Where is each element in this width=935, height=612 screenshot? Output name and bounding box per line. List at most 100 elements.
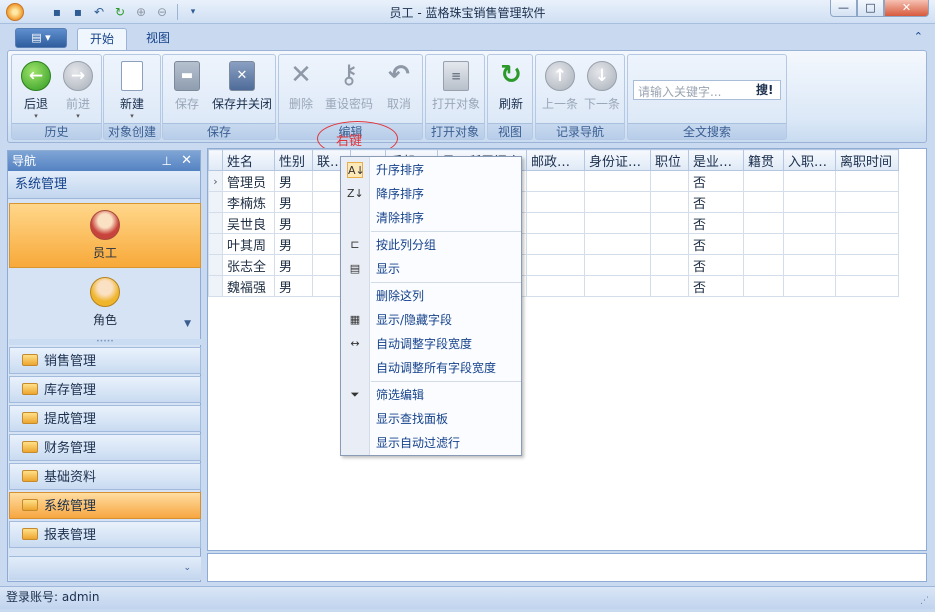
undo-icon: ↶ xyxy=(388,60,410,90)
column-header[interactable]: 性别 xyxy=(274,149,313,171)
table-row[interactable]: 吴世良男 否 xyxy=(208,212,899,234)
group-label: 保存 xyxy=(163,123,275,139)
current-row-indicator-icon: › xyxy=(208,170,223,192)
tab-view[interactable]: 视图 xyxy=(134,28,182,50)
menu-item-show-group-panel[interactable]: ▤ 显示 xyxy=(341,258,521,280)
table-row[interactable]: 张志全男 否 xyxy=(208,254,899,276)
tab-start[interactable]: 开始 xyxy=(77,28,128,50)
group-label: 打开对象 xyxy=(426,123,484,139)
folder-icon xyxy=(22,499,38,511)
menu-item-remove-column[interactable]: 删除这列 xyxy=(341,285,521,307)
nav-item-role[interactable]: 角色 ▼ xyxy=(9,271,201,336)
menu-item-show-find-panel[interactable]: 显示查找面板 xyxy=(341,408,521,430)
column-header[interactable]: 离职时间 xyxy=(835,149,899,171)
nav-section-sales[interactable]: 销售管理 xyxy=(9,347,201,374)
nav-item-employee[interactable]: 员工 xyxy=(9,203,201,268)
folder-icon xyxy=(22,470,38,482)
prev-record-button[interactable]: ↑ 上一条 xyxy=(538,59,582,123)
new-button[interactable]: 新建 ▾ xyxy=(110,59,154,123)
refresh-icon: ↻ xyxy=(500,60,522,90)
column-header[interactable]: 入职… xyxy=(783,149,836,171)
save-close-button[interactable]: ✕ 保存并关闭 xyxy=(209,59,275,123)
menu-item-column-chooser[interactable]: ▦ 显示/隐藏字段 xyxy=(341,309,521,331)
new-document-icon xyxy=(121,61,143,91)
nav-section-system[interactable]: 系统管理 xyxy=(9,492,201,519)
ribbon-collapse-icon[interactable]: ⌃ xyxy=(914,30,923,43)
menu-item-best-fit[interactable]: ↔ 自动调整字段宽度 xyxy=(341,333,521,355)
column-header[interactable]: 邮政… xyxy=(526,149,585,171)
group-record-navigation: ↑ 上一条 ↓ 下一条 记录导航 xyxy=(535,54,625,140)
nav-section-commission[interactable]: 提成管理 xyxy=(9,405,201,432)
group-label: 对象创建 xyxy=(104,123,160,139)
reset-password-button[interactable]: ⚷ 重设密码 xyxy=(323,59,375,123)
maximize-button[interactable]: □ xyxy=(857,0,884,17)
column-header[interactable]: 身份证… xyxy=(584,149,651,171)
save-icon: ▬ xyxy=(174,61,200,91)
nav-group-title[interactable]: 系统管理 xyxy=(8,171,200,199)
menu-item-filter-editor[interactable]: ⏷ 筛选编辑 xyxy=(341,384,521,406)
folder-icon xyxy=(22,441,38,453)
filter-icon: ⏷ xyxy=(350,388,360,401)
group-create: 新建 ▾ 对象创建 xyxy=(103,54,161,140)
nav-section-finance[interactable]: 财务管理 xyxy=(9,434,201,461)
group-label: 记录导航 xyxy=(536,123,624,139)
pin-icon[interactable]: ⊥ xyxy=(162,151,172,171)
delete-button[interactable]: ✕ 删除 xyxy=(279,59,323,123)
grid-table: 姓名 性别 联… 手机 员工所属门店 邮政… 身份证… 职位 是业… 籍贯 入职… xyxy=(208,149,899,297)
nav-close-icon[interactable]: ✕ xyxy=(181,151,192,171)
group-by-icon: ⊏ xyxy=(350,238,360,251)
menu-item-clear-sort[interactable]: 清除排序 xyxy=(341,207,521,229)
app-menu-button[interactable]: ▤ ▾ xyxy=(15,28,67,48)
column-header[interactable]: 姓名 xyxy=(222,149,275,171)
folder-icon xyxy=(22,383,38,395)
back-button[interactable]: ← 后退 ▾ xyxy=(14,59,58,123)
menu-item-best-fit-all[interactable]: 自动调整所有字段宽度 xyxy=(341,357,521,379)
up-arrow-icon: ↑ xyxy=(545,61,575,91)
group-save: ▬ 保存 ✕ 保存并关闭 保存 xyxy=(162,54,276,140)
menu-item-show-auto-filter-row[interactable]: 显示自动过滤行 xyxy=(341,432,521,454)
column-header[interactable]: 籍贯 xyxy=(743,149,784,171)
column-header[interactable]: 职位 xyxy=(650,149,689,171)
login-account-text: 登录账号: admin xyxy=(6,590,100,604)
group-open: ≡ 打开对象 打开对象 xyxy=(425,54,485,140)
table-row[interactable]: › 管理员男 否 xyxy=(208,170,899,192)
nav-section-inventory[interactable]: 库存管理 xyxy=(9,376,201,403)
table-row[interactable]: 李楠炼男 否 xyxy=(208,191,899,213)
employee-icon xyxy=(90,210,120,240)
next-record-button[interactable]: ↓ 下一条 xyxy=(580,59,624,123)
best-fit-icon: ↔ xyxy=(350,337,360,350)
dropdown-arrow-icon: ▾ xyxy=(34,112,38,120)
down-arrow-icon: ↓ xyxy=(587,61,617,91)
save-close-icon: ✕ xyxy=(229,61,255,91)
scroll-down-icon[interactable]: ▼ xyxy=(184,319,191,329)
forward-button[interactable]: → 前进 ▾ xyxy=(56,59,100,123)
table-row[interactable]: 魏福强男 否 xyxy=(208,275,899,297)
group-label: 全文搜索 xyxy=(628,123,786,139)
close-button[interactable]: ✕ xyxy=(884,0,929,17)
role-icon xyxy=(90,277,120,307)
minimize-button[interactable]: — xyxy=(830,0,857,17)
save-button[interactable]: ▬ 保存 xyxy=(165,59,209,123)
table-row[interactable]: 叶其周男 否 xyxy=(208,233,899,255)
row-indicator-header xyxy=(208,149,223,171)
nav-title: 导航 xyxy=(12,154,37,168)
menu-item-group-by-column[interactable]: ⊏ 按此列分组 xyxy=(341,234,521,256)
column-header[interactable]: 是业… xyxy=(688,149,744,171)
open-object-icon: ≡ xyxy=(443,61,469,91)
status-bar: 登录账号: admin ⋰ xyxy=(0,586,935,609)
group-panel-icon: ▤ xyxy=(349,262,361,275)
sort-descending-icon: Z↓ xyxy=(347,187,364,200)
column-context-menu: A↓ 升序排序 Z↓ 降序排序 清除排序 ⊏ 按此列分组 ▤ 显示 删除这列 ▦ 显示/隐… xyxy=(340,156,522,456)
nav-splitter[interactable]: ••••• xyxy=(9,339,201,345)
nav-section-basic-data[interactable]: 基础资料 xyxy=(9,463,201,490)
navigation-pane: 导航 ⊥ ✕ 系统管理 员工 角色 ▼ ••••• 销售管理 库存管理 提成管理… xyxy=(7,150,201,582)
menu-item-sort-descending[interactable]: Z↓ 降序排序 xyxy=(341,183,521,205)
menu-item-sort-ascending[interactable]: A↓ 升序排序 xyxy=(341,159,521,181)
search-button[interactable]: 搜! xyxy=(756,81,773,98)
folder-icon xyxy=(22,528,38,540)
refresh-button[interactable]: ↻ 刷新 xyxy=(489,59,533,123)
nav-more-icon[interactable]: ⌄ xyxy=(9,556,201,580)
nav-section-reports[interactable]: 报表管理 xyxy=(9,521,201,548)
cancel-button[interactable]: ↶ 取消 xyxy=(377,59,421,123)
open-object-button[interactable]: ≡ 打开对象 xyxy=(428,59,484,123)
